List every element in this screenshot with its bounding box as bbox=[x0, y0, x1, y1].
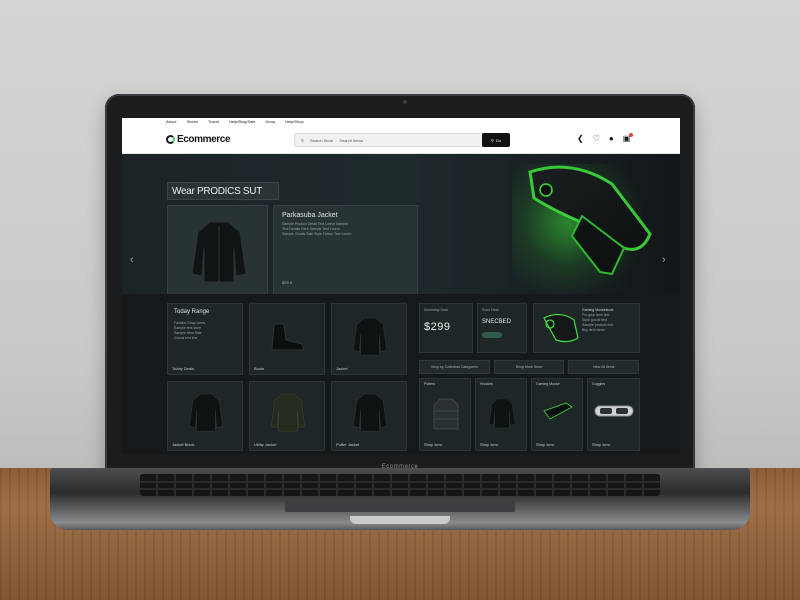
carousel-prev-icon[interactable]: ‹ bbox=[130, 254, 134, 266]
product-label: Gaming Mouse bbox=[536, 382, 560, 386]
category-bar: Shop by Collection Categories Shop More … bbox=[419, 360, 640, 374]
product-card[interactable]: Jacket bbox=[331, 303, 407, 375]
featured-panel[interactable]: Today Range Fashion Shop Lines Sample te… bbox=[167, 303, 243, 375]
featured-line: Goods text line bbox=[174, 336, 198, 340]
jacket-image bbox=[352, 393, 388, 432]
search-placeholder: Search Store bbox=[309, 137, 334, 143]
product-foot: Shop item bbox=[424, 442, 443, 447]
promo-panel[interactable]: Gaming Mousebook Pro gear item line Styl… bbox=[533, 303, 640, 353]
product-label: Boots bbox=[254, 366, 265, 371]
category-link[interactable]: View All Items bbox=[568, 360, 640, 374]
product-label: Jacket bbox=[336, 366, 348, 371]
hero-banner: Wear PRODICS SUT Parkasuba Jacket Sample… bbox=[122, 154, 680, 294]
gaming-mouse-image bbox=[543, 313, 579, 343]
top-link[interactable]: Travel bbox=[208, 119, 219, 124]
search-button-label: Go bbox=[495, 137, 502, 143]
deal-panel[interactable]: Soon Deal SNECBED bbox=[477, 303, 527, 353]
hero-gaming-mouse-image bbox=[528, 165, 652, 276]
top-link[interactable]: Help/Blog/Sale bbox=[229, 119, 255, 124]
cart-badge bbox=[629, 133, 634, 137]
jacket-image bbox=[352, 317, 388, 356]
top-link[interactable]: Stores bbox=[186, 119, 198, 124]
product-card[interactable]: Utility Jacket bbox=[249, 381, 325, 451]
product-foot: Shop item bbox=[480, 442, 499, 447]
user-icon[interactable]: ● bbox=[609, 134, 614, 144]
product-card[interactable]: Boots bbox=[249, 303, 325, 375]
logo-icon bbox=[166, 135, 175, 144]
laptop-base bbox=[50, 468, 750, 530]
category-link[interactable]: Shop More Store bbox=[493, 360, 565, 374]
screen: About Stores Travel Help/Blog/Sale Hoop … bbox=[122, 118, 680, 454]
jacket-image bbox=[270, 393, 306, 432]
top-links-bar: About Stores Travel Help/Blog/Sale Hoop … bbox=[122, 118, 680, 126]
hero-card-title: Parkasuba Jacket bbox=[282, 212, 338, 219]
featured-label: Today Deals bbox=[172, 366, 195, 371]
mouse-image bbox=[543, 402, 573, 420]
search-input[interactable]: ⚲ Search Store Search Items bbox=[294, 133, 510, 147]
puffer-image bbox=[433, 398, 459, 430]
search-category: Search Items bbox=[339, 137, 363, 143]
category-link[interactable]: Shop by Collection Categories bbox=[419, 360, 490, 374]
search-button-icon: ⚲ bbox=[490, 137, 494, 143]
hero-title-box: Wear PRODICS SUT bbox=[167, 182, 279, 200]
share-icon[interactable]: ❮ bbox=[577, 134, 584, 144]
product-label: Puffer Jacket bbox=[336, 442, 360, 447]
product-foot: Shop item bbox=[592, 442, 611, 447]
carousel-next-icon[interactable]: › bbox=[662, 254, 666, 266]
hero-product-image[interactable] bbox=[167, 205, 268, 294]
camera bbox=[403, 100, 407, 104]
site-header: Ecommerce ⚲ Search Store Search Items ⚲ … bbox=[122, 126, 680, 154]
deal-button[interactable] bbox=[482, 332, 502, 338]
cart-icon[interactable]: ▣ bbox=[623, 133, 634, 144]
product-label: Puffers bbox=[424, 382, 436, 386]
heart-icon[interactable]: ♡ bbox=[593, 134, 600, 144]
deal-price: $299 bbox=[424, 321, 451, 333]
search-icon: ⚲ bbox=[301, 137, 304, 143]
product-card[interactable]: Puffers Shop item bbox=[419, 378, 471, 451]
product-label: Hoodies bbox=[480, 382, 493, 386]
boots-image bbox=[271, 323, 305, 351]
keyboard bbox=[140, 474, 660, 496]
laptop-brand: Ecommerce bbox=[381, 464, 419, 470]
deal-sub: SNECBED bbox=[482, 319, 512, 325]
jacket-image bbox=[188, 393, 224, 432]
product-label: Jacket Black bbox=[172, 442, 195, 447]
product-card[interactable]: Hoodies Shop item bbox=[475, 378, 527, 451]
logo-text: Ecommerce bbox=[177, 134, 231, 145]
logo[interactable]: Ecommerce bbox=[166, 134, 231, 145]
hero-product-info[interactable]: Parkasuba Jacket Sample Product Detail T… bbox=[273, 205, 418, 294]
hero-card-text: Sample Goods Sale Style Fiction Text Lor… bbox=[282, 232, 352, 236]
trackpad bbox=[285, 498, 515, 512]
product-card[interactable]: Goggles Shop item bbox=[587, 378, 640, 451]
top-link[interactable]: About bbox=[166, 119, 176, 124]
promo-line: Buy item lorem bbox=[582, 328, 606, 332]
product-card[interactable]: Gaming Mouse Shop item bbox=[531, 378, 583, 451]
product-card[interactable]: Jacket Black bbox=[167, 381, 243, 451]
hoodie-image bbox=[488, 398, 516, 429]
goggles-image bbox=[594, 405, 634, 417]
top-link[interactable]: Hoop bbox=[265, 119, 275, 124]
top-link[interactable]: Help/Shop bbox=[285, 119, 304, 124]
product-label: Utility Jacket bbox=[254, 442, 277, 447]
product-card[interactable]: Puffer Jacket bbox=[331, 381, 407, 451]
jacket-image bbox=[191, 221, 247, 283]
product-label: Goggles bbox=[592, 382, 606, 386]
hinge-notch bbox=[350, 516, 450, 524]
product-foot: Shop item bbox=[536, 442, 555, 447]
deal-panel[interactable]: Sevenday Deal $299 bbox=[419, 303, 473, 353]
hero-card-price: $29.9 bbox=[282, 280, 293, 285]
search-button[interactable]: ⚲ Go bbox=[482, 133, 510, 147]
hero-title: Wear PRODICS SUT bbox=[172, 185, 263, 197]
